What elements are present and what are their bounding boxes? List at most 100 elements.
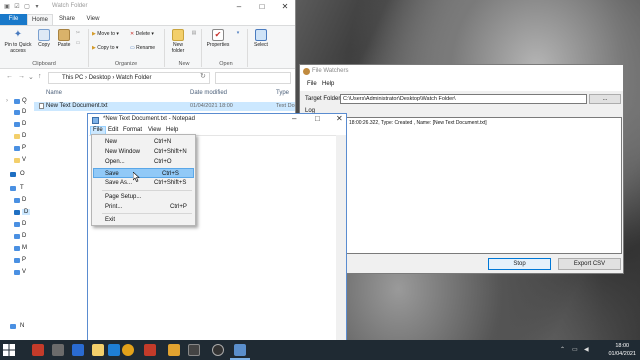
menu-item-exit[interactable]: Exit: [93, 215, 194, 225]
maximize-icon[interactable]: □: [315, 114, 320, 123]
app-icon-red[interactable]: [32, 344, 44, 356]
menu-item-new[interactable]: New Ctrl+N: [93, 137, 194, 147]
column-header-name[interactable]: Name: [46, 90, 62, 96]
copy-to-button[interactable]: ▶ Copy to ▾: [92, 45, 128, 51]
sidebar-item-label[interactable]: D: [22, 233, 26, 239]
menu-item-save[interactable]: Save Ctrl+S: [93, 168, 194, 178]
pictures-icon[interactable]: [14, 258, 20, 263]
app-icon-red[interactable]: [144, 344, 156, 356]
move-to-button[interactable]: ▶ Move to ▾: [92, 31, 128, 37]
open-icon[interactable]: ▾: [234, 30, 242, 36]
file-explorer-icon[interactable]: [92, 344, 104, 356]
maximize-icon[interactable]: □: [251, 0, 273, 14]
sidebar-item-label[interactable]: N: [20, 323, 24, 329]
log-box[interactable]: 18:00:26.322, Type: Created , Name: [New…: [346, 117, 622, 254]
folder-icon[interactable]: [14, 158, 20, 163]
sidebar-item-label[interactable]: P: [22, 257, 26, 263]
documents-icon[interactable]: [14, 222, 20, 227]
column-header-type[interactable]: Type: [276, 90, 289, 96]
close-icon[interactable]: ✕: [336, 114, 343, 123]
sidebar-item-label[interactable]: V: [22, 157, 26, 163]
quick-access-icon[interactable]: [14, 99, 20, 104]
breadcrumb-this-pc[interactable]: This PC: [62, 75, 83, 81]
network-icon[interactable]: ▭: [572, 346, 578, 353]
delete-button[interactable]: ✕ Delete ▾: [130, 31, 162, 37]
volume-icon[interactable]: ◀: [584, 346, 589, 353]
pictures-icon[interactable]: [14, 146, 20, 151]
copy-button[interactable]: Copy: [35, 29, 53, 48]
properties-button[interactable]: ✔ Properties: [204, 29, 232, 48]
menu-item-open[interactable]: Open... Ctrl+O: [93, 157, 194, 167]
breadcrumb-watch-folder[interactable]: Watch Folder: [116, 75, 151, 81]
paste-button[interactable]: Paste: [55, 29, 73, 48]
downloads-icon[interactable]: [14, 122, 20, 127]
sidebar-item-label[interactable]: O: [20, 171, 25, 177]
chrome-icon[interactable]: [122, 344, 134, 356]
vertical-scrollbar[interactable]: [336, 135, 346, 344]
sidebar-item-label[interactable]: D: [22, 121, 26, 127]
sidebar-item-label[interactable]: D: [22, 209, 31, 215]
sidebar-item-label[interactable]: M: [22, 245, 27, 251]
file-row[interactable]: New Text Document.txt 01/04/2021 18:00 T…: [34, 102, 295, 111]
taskbar-clock[interactable]: 18:00 01/04/2021: [608, 342, 636, 358]
app-icon-orange[interactable]: [168, 344, 180, 356]
tab-file[interactable]: File: [0, 14, 27, 25]
sidebar-item-label[interactable]: D: [22, 221, 26, 227]
select-button[interactable]: Select: [251, 29, 271, 48]
tab-home[interactable]: Home: [27, 14, 53, 25]
desktop-icon[interactable]: [14, 210, 20, 215]
menu-help[interactable]: Help: [322, 81, 334, 87]
music-icon[interactable]: [14, 246, 20, 251]
app-icon-blue[interactable]: [108, 344, 120, 356]
target-folder-input[interactable]: C:\Users\Administrator\Desktop\Watch Fol…: [340, 94, 587, 104]
sidebar-item-label[interactable]: P: [22, 145, 26, 151]
breadcrumb-desktop[interactable]: Desktop: [89, 75, 111, 81]
sidebar-item-label[interactable]: V: [22, 269, 26, 275]
back-icon[interactable]: ←: [6, 73, 13, 80]
menu-item-print[interactable]: Print... Ctrl+P: [93, 202, 194, 212]
videos-icon[interactable]: [14, 270, 20, 275]
minimize-icon[interactable]: –: [228, 0, 250, 14]
properties-quick-icon[interactable]: ☑: [13, 3, 21, 11]
desktop-icon[interactable]: [14, 110, 20, 115]
app-icon-dark[interactable]: [188, 344, 200, 356]
notepad-taskbar-icon[interactable]: [234, 344, 246, 356]
chevron-up-icon[interactable]: ⌃: [560, 346, 565, 353]
close-icon[interactable]: ✕: [274, 0, 295, 14]
sidebar-item-label[interactable]: T: [20, 185, 24, 191]
column-header-date[interactable]: Date modified: [190, 90, 227, 96]
up-icon[interactable]: ↑: [38, 73, 42, 80]
cut-icon[interactable]: ✂: [74, 30, 82, 36]
pin-quick-access-button[interactable]: ✦ Pin to Quick access: [2, 29, 34, 54]
documents-icon[interactable]: [14, 134, 20, 139]
address-bar[interactable]: This PC › Desktop › Watch Folder: [48, 72, 210, 84]
menu-item-save-as[interactable]: Save As... Ctrl+Shift+S: [93, 178, 194, 188]
refresh-icon[interactable]: ↻: [200, 72, 206, 80]
app-icon-gray[interactable]: [52, 344, 64, 356]
menu-item-page-setup[interactable]: Page Setup...: [93, 192, 194, 202]
sidebar-item-label[interactable]: D: [22, 109, 26, 115]
rename-button[interactable]: ▭ Rename: [130, 45, 162, 51]
onedrive-icon[interactable]: [10, 172, 16, 177]
menu-file[interactable]: File: [307, 81, 317, 87]
customize-quick-icon[interactable]: ▾: [33, 3, 41, 11]
this-pc-icon[interactable]: [10, 186, 16, 191]
app-icon-clock[interactable]: [212, 344, 224, 356]
sidebar-item-label[interactable]: Q: [22, 98, 27, 104]
sidebar-item-label[interactable]: D: [22, 133, 26, 139]
app-icon-blue[interactable]: [72, 344, 84, 356]
3d-objects-icon[interactable]: [14, 198, 20, 203]
search-input[interactable]: [215, 72, 291, 84]
network-icon[interactable]: [10, 324, 16, 329]
stop-button[interactable]: Stop: [488, 258, 551, 270]
new-folder-button[interactable]: New folder: [167, 29, 189, 54]
sidebar-item-label[interactable]: D: [22, 197, 26, 203]
forward-icon[interactable]: →: [18, 73, 25, 80]
menu-item-new-window[interactable]: New Window Ctrl+Shift+N: [93, 147, 194, 157]
tab-view[interactable]: View: [80, 14, 106, 25]
recent-chevron-down-icon[interactable]: ⌄: [28, 73, 34, 81]
copy-path-icon[interactable]: ▭: [74, 40, 82, 46]
new-item-icon[interactable]: ▤: [190, 30, 198, 36]
windows-start-icon[interactable]: [3, 344, 15, 356]
minimize-icon[interactable]: –: [292, 114, 296, 123]
